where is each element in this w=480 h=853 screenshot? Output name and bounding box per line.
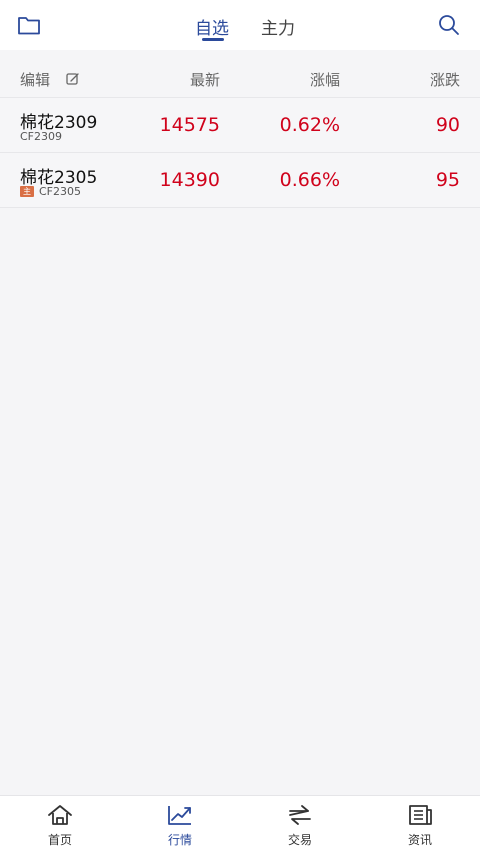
- change-percent: 0.66%: [279, 169, 340, 191]
- quote-list: 棉花2309 CF2309 14575 0.62% 90 棉花2305 主 CF…: [0, 97, 480, 208]
- nav-trade[interactable]: 交易: [240, 796, 360, 853]
- segment-tabs: 自选 主力: [0, 0, 480, 50]
- bottom-nav: 首页 行情 交易 资讯: [0, 795, 480, 853]
- change-percent: 0.62%: [279, 114, 340, 136]
- contract-code-wrap: CF2309: [20, 129, 62, 143]
- market-chart-icon: [168, 806, 191, 825]
- nav-home[interactable]: 首页: [0, 796, 120, 853]
- change-value: 95: [435, 169, 460, 191]
- change-value: 90: [435, 114, 460, 136]
- nav-market-label: 行情: [167, 833, 192, 847]
- main-contract-badge: 主: [20, 185, 34, 197]
- latest-price: 14390: [159, 169, 220, 191]
- contract-code: CF2309: [20, 129, 63, 143]
- news-icon: [409, 805, 432, 825]
- folder-icon[interactable]: [17, 14, 41, 36]
- header-change-percent[interactable]: 涨幅: [310, 69, 340, 90]
- nav-trade-label: 交易: [287, 833, 312, 847]
- tab-main-contracts[interactable]: 主力: [261, 14, 295, 39]
- nav-news[interactable]: 资讯: [360, 796, 480, 853]
- tab-watchlist[interactable]: 自选: [195, 14, 229, 39]
- table-row[interactable]: 棉花2305 主 CF2305 14390 0.66% 95: [0, 153, 480, 208]
- search-icon[interactable]: [438, 14, 460, 36]
- home-icon: [48, 805, 72, 825]
- nav-home-label: 首页: [47, 833, 72, 847]
- nav-news-label: 资讯: [407, 833, 432, 847]
- trade-icon: [289, 805, 311, 825]
- top-bar: 自选 主力: [0, 0, 480, 50]
- contract-code: CF2305: [39, 184, 82, 198]
- latest-price: 14575: [159, 114, 220, 136]
- header-change[interactable]: 涨跌: [430, 69, 460, 90]
- edit-label[interactable]: 编辑: [20, 69, 50, 90]
- contract-code-wrap: 主 CF2305: [20, 184, 81, 198]
- header-latest[interactable]: 最新: [190, 69, 220, 90]
- column-header-row: 编辑 最新 涨幅 涨跌: [0, 60, 480, 98]
- edit-icon[interactable]: [66, 72, 80, 86]
- table-row[interactable]: 棉花2309 CF2309 14575 0.62% 90: [0, 98, 480, 153]
- nav-market[interactable]: 行情: [120, 796, 240, 853]
